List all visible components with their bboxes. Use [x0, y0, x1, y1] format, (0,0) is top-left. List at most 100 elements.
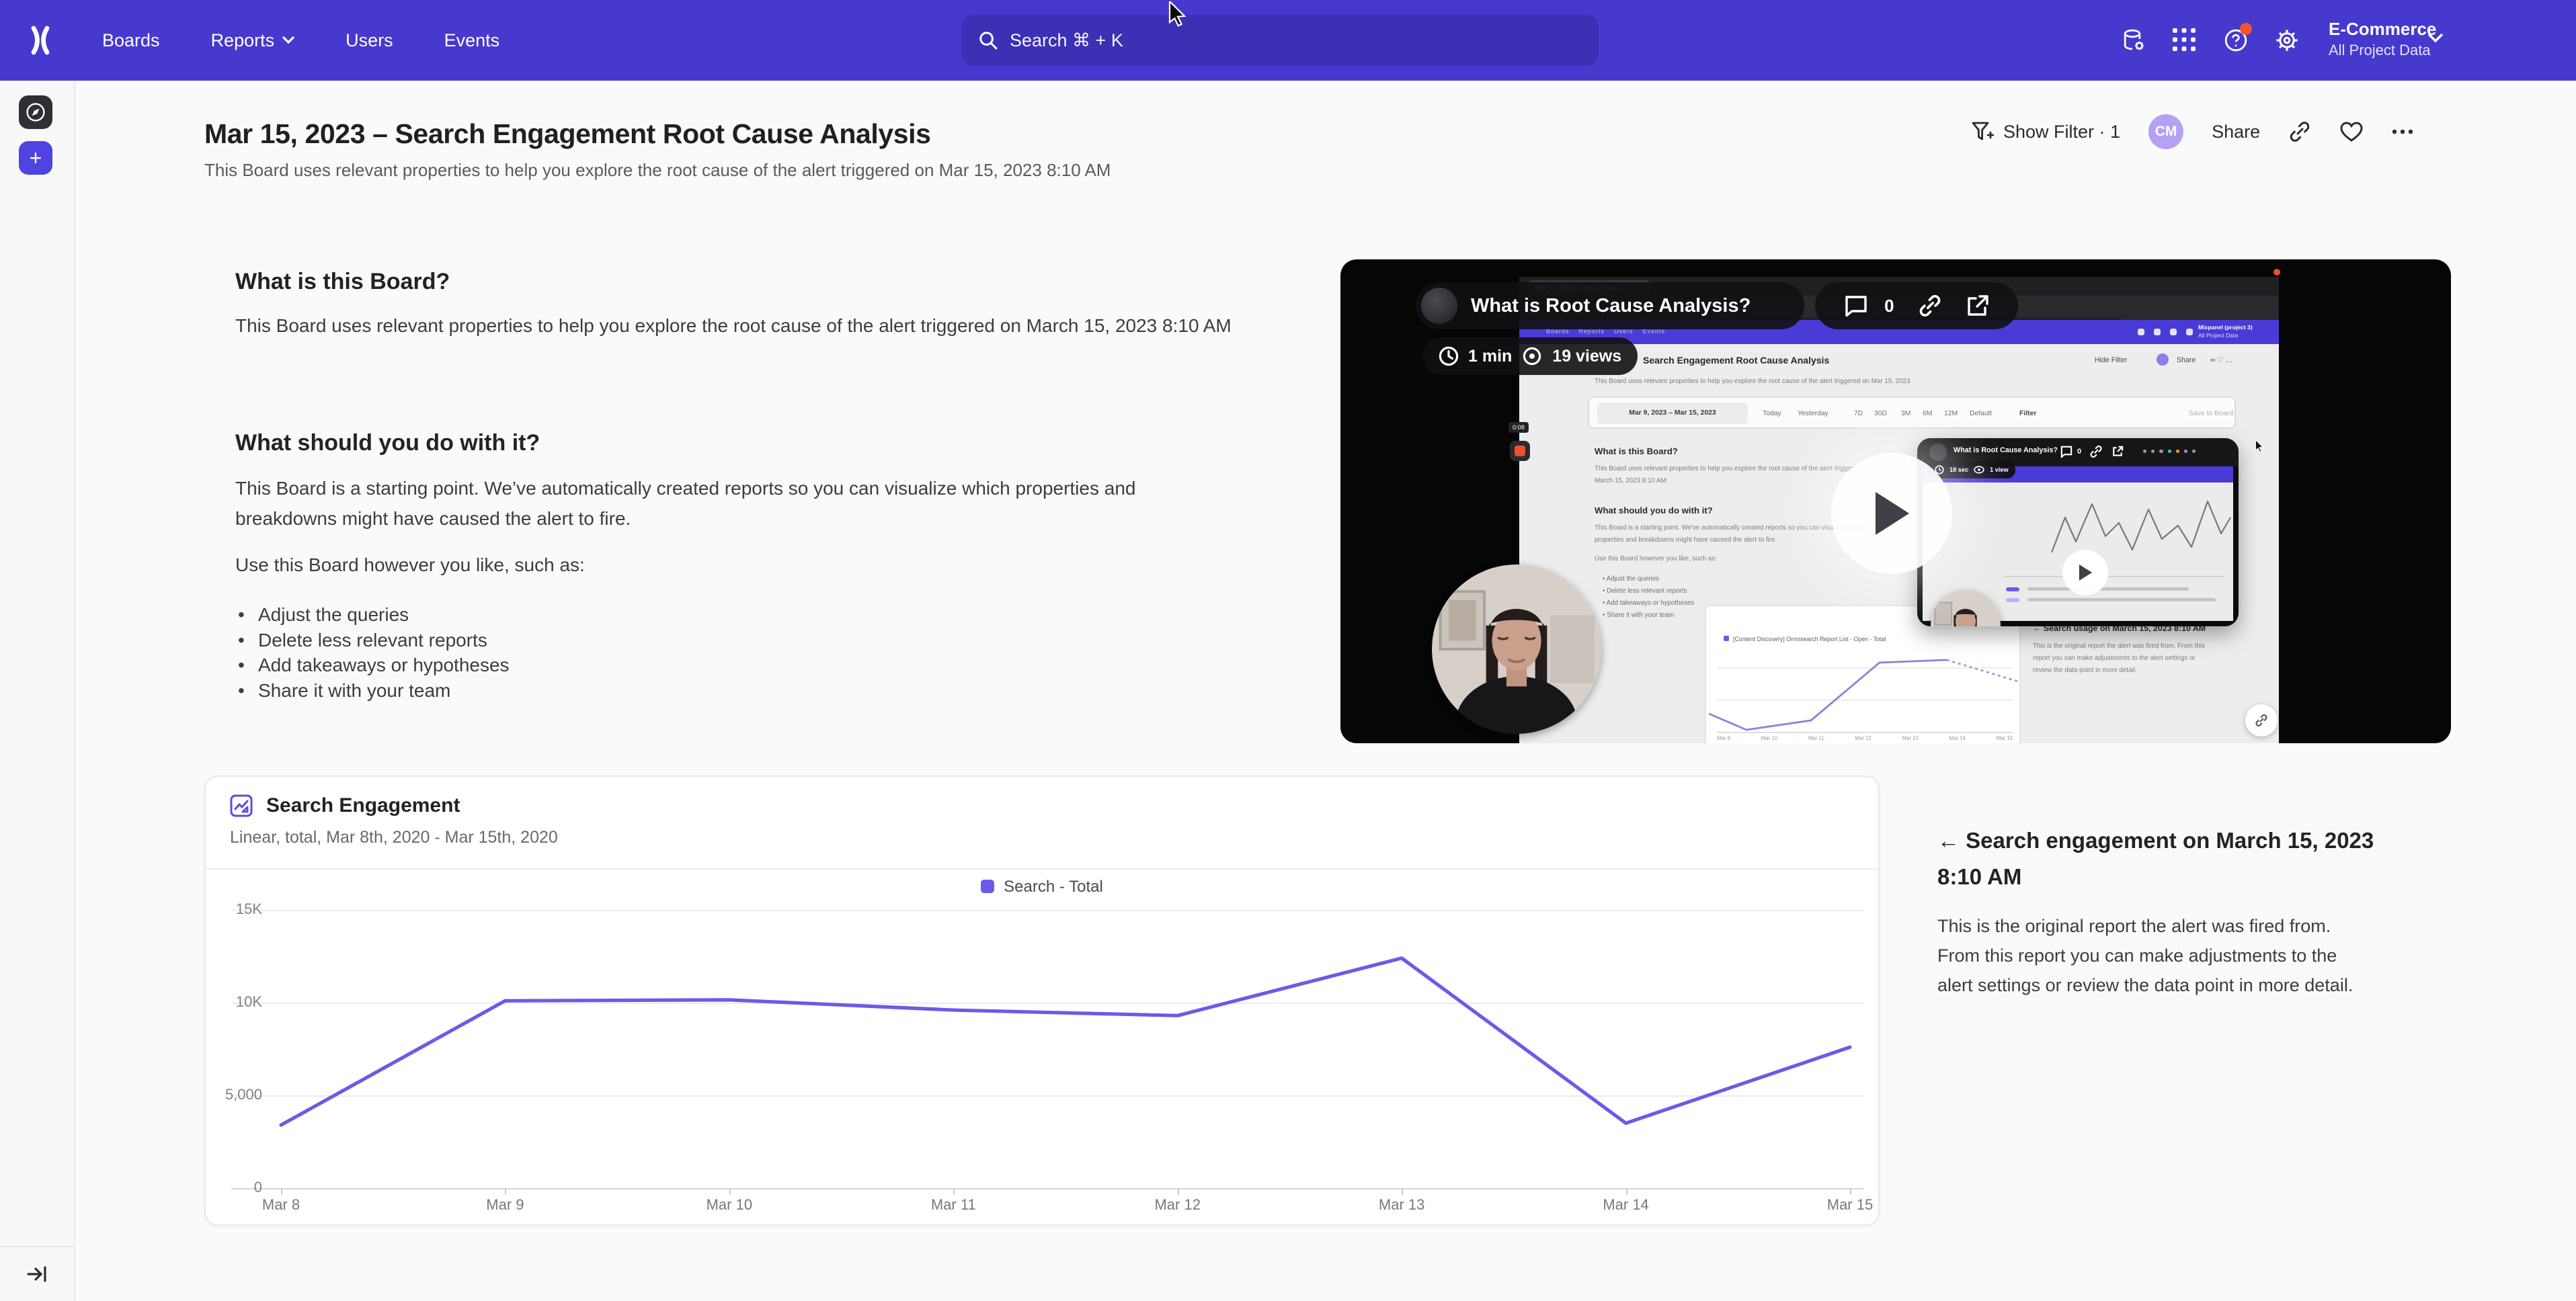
recorded-range-option: Yesterday: [1798, 410, 1828, 417]
left-sidebar: +: [0, 81, 75, 1301]
recorded-range-option: 3M: [1901, 410, 1910, 417]
project-selector[interactable]: E-Commerce All Project Data: [2329, 17, 2436, 60]
nested-browser-dots: [2143, 450, 2196, 453]
nav-item-reports[interactable]: Reports: [211, 30, 295, 51]
apps-grid-icon[interactable]: [2173, 28, 2197, 52]
video-comment-count: 0: [1884, 296, 1894, 317]
mixpanel-logo-icon[interactable]: [24, 24, 56, 56]
recorded-h2: What should you do with it?: [1595, 505, 1713, 515]
recorded-range-option: 6M: [1923, 410, 1932, 417]
recorded-bullet: Adjust the queries: [1603, 575, 1659, 583]
nav-item-events[interactable]: Events: [444, 30, 500, 51]
section-paragraph-1: This Board uses relevant properties to h…: [235, 310, 1237, 341]
show-filter-label: Show Filter · 1: [2003, 122, 2120, 142]
mouse-cursor: [1168, 1, 1189, 27]
plus-icon: +: [30, 146, 42, 171]
section-paragraph-2: This Board is a starting point. We’ve au…: [235, 473, 1237, 534]
more-options-icon[interactable]: [2392, 129, 2413, 134]
nested-video-content: [1923, 482, 2233, 621]
recorded-project-selector: Mixpanel (project 3)All Project Data: [2198, 324, 2253, 339]
nested-video-stats: 18 sec 1 view: [1928, 461, 2015, 478]
video-stats-overlay: 1 min 19 views: [1422, 337, 1638, 375]
recorded-filter: Filter: [2019, 410, 2036, 417]
recorded-h1: What is this Board?: [1595, 446, 1678, 456]
recorded-annotation-line: review the data point in more detail.: [2033, 667, 2137, 674]
recorded-chart-line: [1706, 606, 2022, 743]
recorded-date-range: Mar 9, 2023 – Mar 15, 2023: [1597, 403, 1748, 424]
video-player[interactable]: Mar 15, 2023 - Search Eng… Boards Report…: [1340, 259, 2451, 743]
chart-plot-area: 05,00010K15KMar 8Mar 9Mar 10Mar 11Mar 12…: [206, 777, 1881, 1227]
search-icon: [979, 31, 998, 50]
nested-avatar: [1929, 444, 1947, 461]
nav-item-boards[interactable]: Boards: [102, 30, 160, 51]
copy-link-icon[interactable]: [2288, 120, 2311, 143]
video-copy-link-icon[interactable]: [1918, 294, 1942, 318]
data-management-icon[interactable]: [2122, 28, 2146, 52]
project-chevron-down-icon[interactable]: [2428, 34, 2443, 43]
play-button[interactable]: [1831, 453, 1952, 574]
project-scope: All Project Data: [2329, 40, 2436, 60]
primary-nav: Boards Reports Users Events: [102, 30, 499, 51]
recorded-paragraph: Use this Board however you like, such as…: [1595, 555, 1717, 562]
page-title: Mar 15, 2023 – Search Engagement Root Ca…: [204, 118, 931, 150]
recorded-board-title: Search Engagement Root Cause Analysis: [1643, 355, 1829, 366]
explore-boards-button[interactable]: [19, 95, 52, 129]
recorded-bullet: Add takeaways or hypotheses: [1603, 599, 1694, 607]
filter-plus-icon: [1971, 121, 1994, 142]
share-button[interactable]: Share: [2212, 122, 2260, 142]
recording-timer-badge: 0:08: [1508, 422, 1529, 433]
clock-icon: [1439, 346, 1459, 366]
section-paragraph-3: Use this Board however you like, such as…: [235, 550, 1237, 580]
page-subtitle: This Board uses relevant properties to h…: [204, 160, 1111, 181]
recorded-bullet: Share it with your team: [1603, 612, 1674, 619]
section-heading-2: What should you do with it?: [235, 430, 540, 456]
video-duration: 1 min: [1468, 347, 1512, 366]
video-title-overlay: What is Root Cause Analysis?: [1416, 282, 1804, 329]
settings-gear-icon[interactable]: [2275, 28, 2299, 52]
recorded-board-subtitle: This Board uses relevant properties to h…: [1595, 378, 1910, 385]
recorded-range-option: 12M: [1944, 410, 1958, 417]
list-item: Add takeaways or hypotheses: [235, 653, 510, 678]
mixpanel-board-page: Boards Reports Users Events Search ⌘ + K: [0, 0, 2576, 1301]
annotation-body: This is the original report the alert wa…: [1937, 911, 2376, 1000]
recorded-annotation-line: report you can make adjustments to the a…: [2033, 655, 2196, 662]
annotation-block: ← Search engagement on March 15, 2023 8:…: [1937, 823, 2376, 1000]
video-cursor: [2255, 439, 2265, 453]
nested-open-icon: [2111, 445, 2124, 458]
sidebar-expand-button[interactable]: [0, 1246, 74, 1301]
top-nav: Boards Reports Users Events Search ⌘ + K: [0, 0, 2576, 81]
list-item: Share it with your team: [235, 678, 510, 704]
recorded-range-option: 30D: [1874, 410, 1887, 417]
list-item: Delete less relevant reports: [235, 628, 510, 653]
recorded-range-option: Today: [1763, 410, 1781, 417]
project-name: E-Commerce: [2329, 17, 2436, 40]
help-icon[interactable]: [2224, 28, 2248, 52]
recorded-link-fab-icon: [2245, 704, 2278, 737]
nested-video-device: What is Root Cause Analysis? 0: [1917, 438, 2239, 626]
list-item: Adjust the queries: [235, 602, 510, 628]
eye-icon: [1521, 347, 1543, 366]
board-controls: Show Filter · 1 CM Share: [1971, 113, 2413, 151]
video-author-avatar: [1421, 288, 1457, 324]
recorded-avatar: [2157, 353, 2169, 366]
recorded-date-controls: Mar 9, 2023 – Mar 15, 2023 Today Yesterd…: [1588, 396, 2236, 429]
show-filter-button[interactable]: Show Filter · 1: [1971, 121, 2120, 142]
recorded-bullet: Delete less relevant reports: [1603, 587, 1687, 595]
nested-comment-icon: [2060, 445, 2073, 458]
recorded-paragraph: March 15, 2023 8:10 AM: [1595, 477, 1666, 485]
create-board-button[interactable]: +: [19, 141, 52, 175]
video-open-icon[interactable]: [1966, 294, 1990, 318]
recorded-paragraph: properties and breakdowns might have cau…: [1595, 536, 1777, 544]
presenter-webcam-bubble: [1432, 564, 1601, 734]
bullet-list: Adjust the queries Delete less relevant …: [235, 602, 510, 703]
recorded-icons: ∞ ♡ …: [2210, 356, 2233, 364]
user-avatar[interactable]: CM: [2148, 114, 2183, 149]
compass-icon: [26, 102, 46, 122]
report-card-search-engagement[interactable]: Search Engagement Linear, total, Mar 8th…: [204, 775, 1880, 1226]
video-comments-icon[interactable]: [1843, 294, 1869, 318]
record-stop-button: [1510, 441, 1530, 461]
expand-sidebar-icon: [27, 1266, 47, 1282]
favorite-heart-icon[interactable]: [2339, 121, 2364, 142]
nav-item-users[interactable]: Users: [346, 30, 393, 51]
search-input[interactable]: Search ⌘ + K: [961, 15, 1599, 66]
